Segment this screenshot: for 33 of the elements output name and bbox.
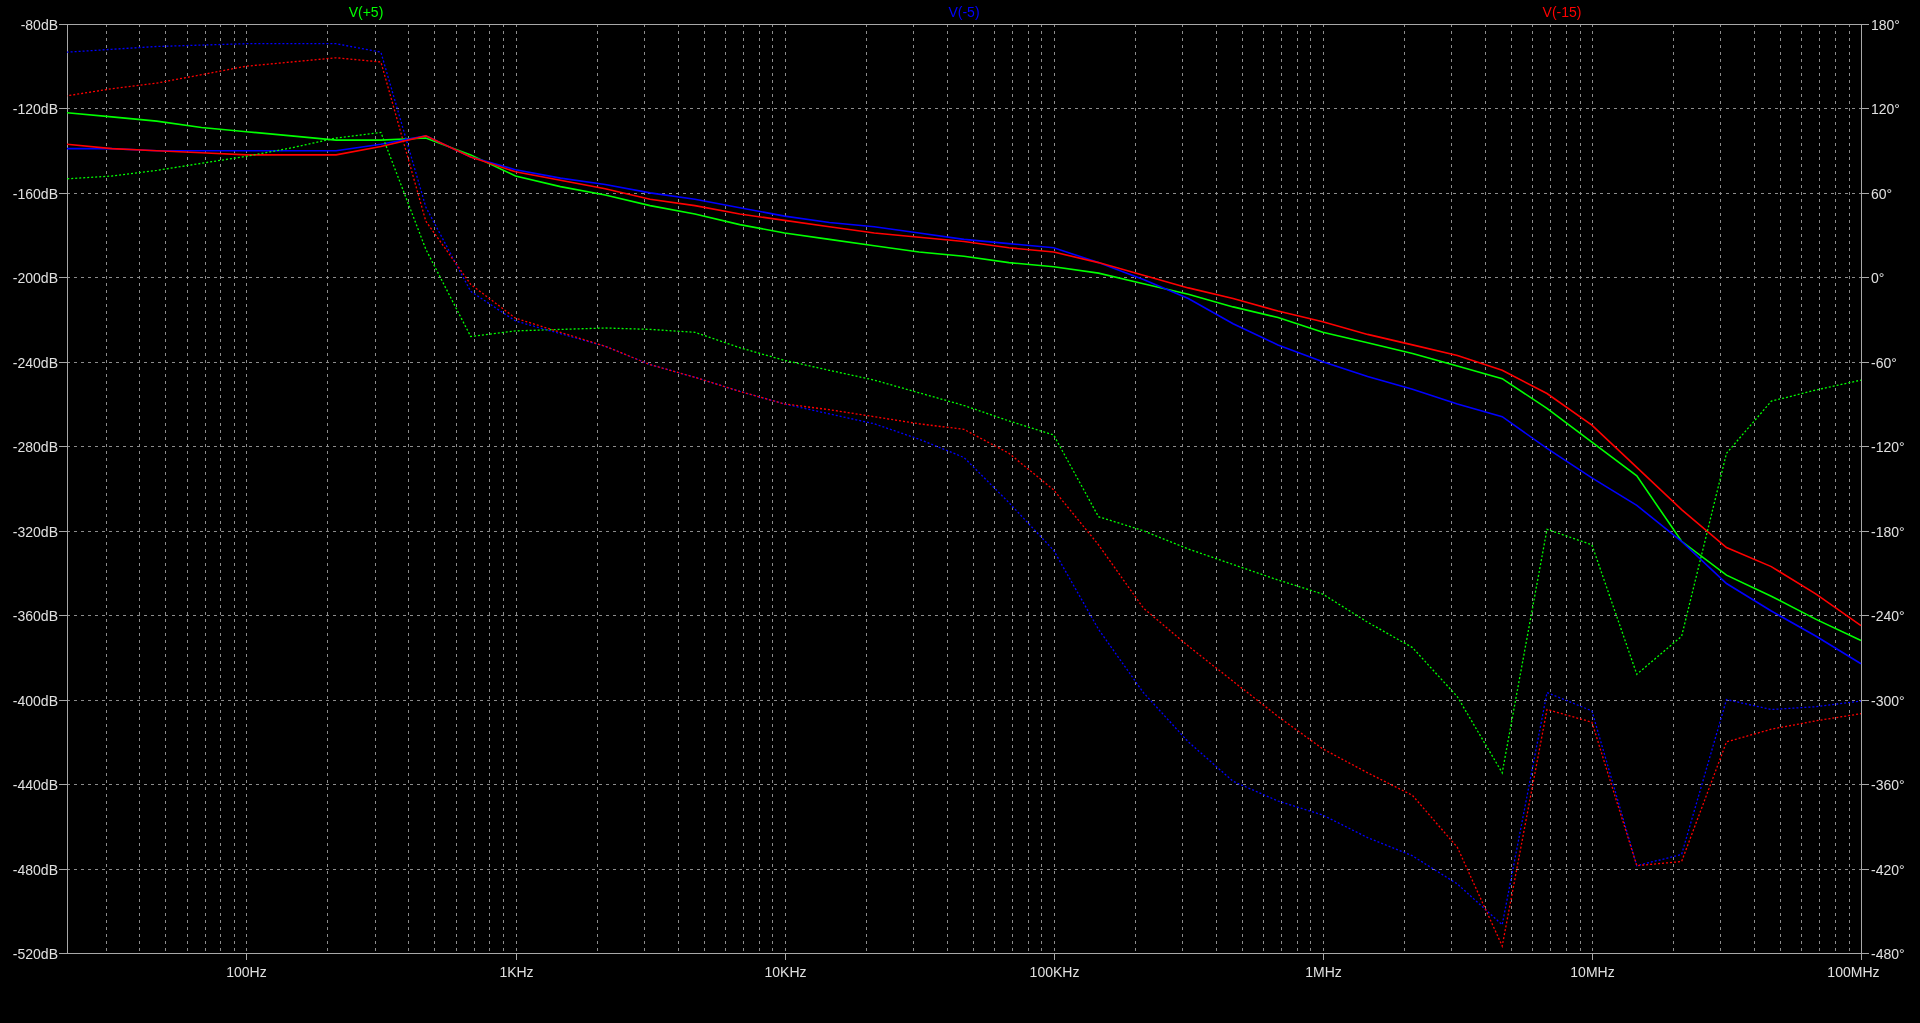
x-tick-label: 10KHz — [764, 964, 807, 980]
phase-tick-label: 180° — [1871, 16, 1900, 33]
phase-tick-label: 0° — [1871, 269, 1885, 286]
y-tick-label: -240dB — [12, 354, 58, 371]
y-tick-label: -120dB — [12, 100, 58, 117]
phase-tick-label: -60° — [1871, 354, 1897, 371]
y-tick-label: -200dB — [12, 269, 58, 286]
phase-tick-label: -180° — [1871, 523, 1905, 540]
phase-tick-label: -240° — [1871, 607, 1905, 624]
y-tick-label: -160dB — [12, 185, 58, 202]
x-tick-label: 100Hz — [226, 964, 267, 980]
x-tick-label: 10MHz — [1570, 964, 1615, 980]
y-tick-label: -320dB — [12, 523, 58, 540]
y-tick-label: -440dB — [12, 776, 58, 793]
phase-tick-label: -360° — [1871, 776, 1905, 793]
y-tick-label: -520dB — [12, 945, 58, 962]
y-tick-label: -480dB — [12, 861, 58, 878]
phase-tick-label: 120° — [1871, 100, 1900, 117]
phase-tick-label: -300° — [1871, 692, 1905, 709]
trace-legend-label[interactable]: V(+5) — [348, 4, 384, 20]
x-tick-label: 1KHz — [499, 964, 534, 980]
x-tick-label: 1MHz — [1305, 964, 1342, 980]
phase-tick-label: -120° — [1871, 438, 1905, 455]
phase-tick-label: 60° — [1871, 185, 1893, 202]
y-tick-label: -400dB — [12, 692, 58, 709]
y-tick-label: -360dB — [12, 607, 58, 624]
y-tick-label: -80dB — [20, 16, 58, 33]
phase-tick-label: -420° — [1871, 861, 1905, 878]
y-tick-label: -280dB — [12, 438, 58, 455]
phase-tick-label: -480° — [1871, 945, 1905, 962]
x-tick-label: 100KHz — [1029, 964, 1080, 980]
x-tick-label: 100MHz — [1827, 964, 1880, 980]
trace-legend-label[interactable]: V(-15) — [1542, 4, 1582, 20]
